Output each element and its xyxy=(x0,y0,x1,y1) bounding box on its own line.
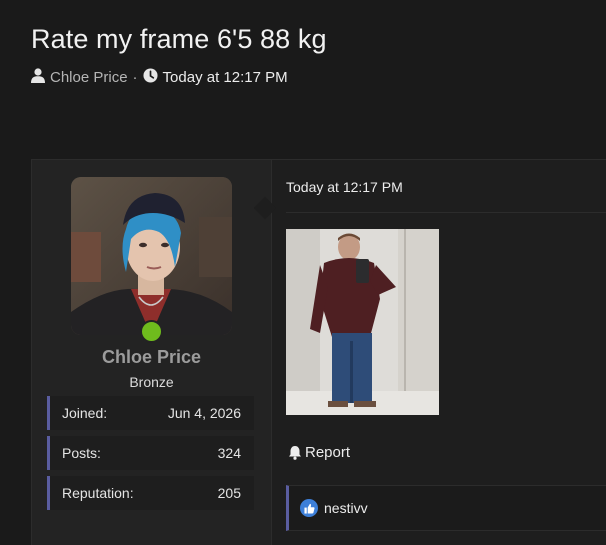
avatar[interactable] xyxy=(71,177,232,335)
thread-time-link[interactable]: Today at 12:17 PM xyxy=(163,69,288,86)
stat-posts: Posts: 324 xyxy=(47,436,254,470)
post-content: Today at 12:17 PM Report nestivv xyxy=(272,160,606,545)
stat-label: Joined: xyxy=(62,405,108,421)
stat-label: Reputation: xyxy=(62,485,134,501)
stat-reputation: Reputation: 205 xyxy=(47,476,254,510)
stat-value: 324 xyxy=(217,445,241,461)
reactions-bar: nestivv xyxy=(286,485,606,531)
user-icon xyxy=(31,68,45,87)
bell-icon xyxy=(288,445,302,460)
divider xyxy=(286,212,606,213)
thread-title: Rate my frame 6'5 88 kg xyxy=(31,24,327,54)
stat-value: 205 xyxy=(217,485,241,501)
stat-value: Jun 4, 2026 xyxy=(167,405,241,421)
post-date-link[interactable]: Today at 12:17 PM xyxy=(286,179,403,195)
post-user-cell: Chloe Price Bronze Joined: Jun 4, 2026 P… xyxy=(32,160,277,545)
user-stats: Joined: Jun 4, 2026 Posts: 324 Reputatio… xyxy=(47,396,254,516)
thread-meta: Chloe Price · Today at 12:17 PM xyxy=(31,68,288,87)
reaction-user-link[interactable]: nestivv xyxy=(324,500,368,516)
online-status-indicator xyxy=(140,320,163,343)
report-link[interactable]: Report xyxy=(288,444,350,461)
thread-author-link[interactable]: Chloe Price xyxy=(50,69,128,86)
stat-label: Posts: xyxy=(62,445,101,461)
thread-page: Rate my frame 6'5 88 kg Chloe Price · To… xyxy=(0,0,606,545)
post-username[interactable]: Chloe Price xyxy=(32,347,271,368)
meta-separator: · xyxy=(132,69,138,86)
post-card: Chloe Price Bronze Joined: Jun 4, 2026 P… xyxy=(31,159,606,545)
attached-image[interactable] xyxy=(286,229,439,415)
user-rank: Bronze xyxy=(129,374,174,390)
thumbs-up-icon xyxy=(300,499,318,517)
stat-joined: Joined: Jun 4, 2026 xyxy=(47,396,254,430)
report-label: Report xyxy=(305,444,351,461)
clock-icon xyxy=(143,68,158,87)
